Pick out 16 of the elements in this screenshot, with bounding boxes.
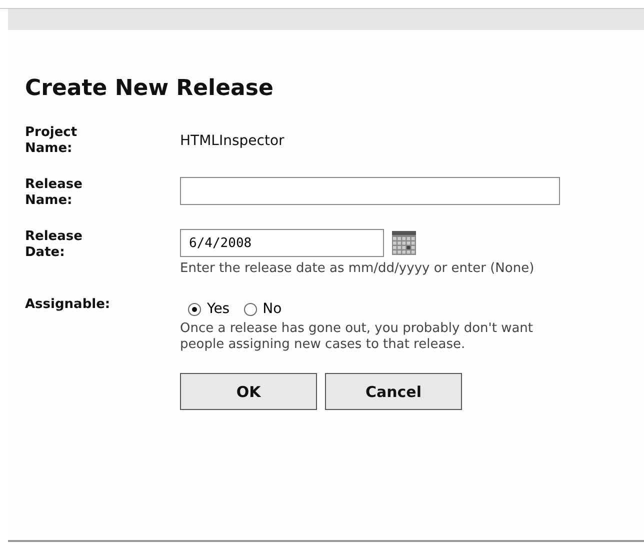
radio-button[interactable] — [188, 302, 201, 316]
calendar-icon[interactable] — [392, 231, 416, 255]
release-name-field[interactable] — [180, 177, 560, 205]
date-hint: Enter the release date as mm/dd/yyyy or enter (None) — [180, 261, 536, 277]
field-label: Project Name: — [25, 125, 78, 157]
project-name-value: HTMLInspector — [180, 132, 286, 151]
release-date-field[interactable]: 6/4/2008 — [180, 229, 384, 257]
field-label: Release Name: — [25, 177, 84, 209]
dialog-title: Create New Release — [25, 76, 274, 101]
radio-button[interactable] — [244, 302, 257, 316]
radio-label: No — [262, 301, 282, 317]
field-label: Release Date: — [25, 229, 84, 262]
radio-label: Yes — [207, 301, 230, 317]
assignable-hint: Once a release has gone out, you probably don't want people assigning new cases to that release. — [180, 321, 534, 353]
dialog-button[interactable]: Cancel — [325, 373, 462, 410]
dialog-button[interactable]: OK — [180, 373, 317, 410]
